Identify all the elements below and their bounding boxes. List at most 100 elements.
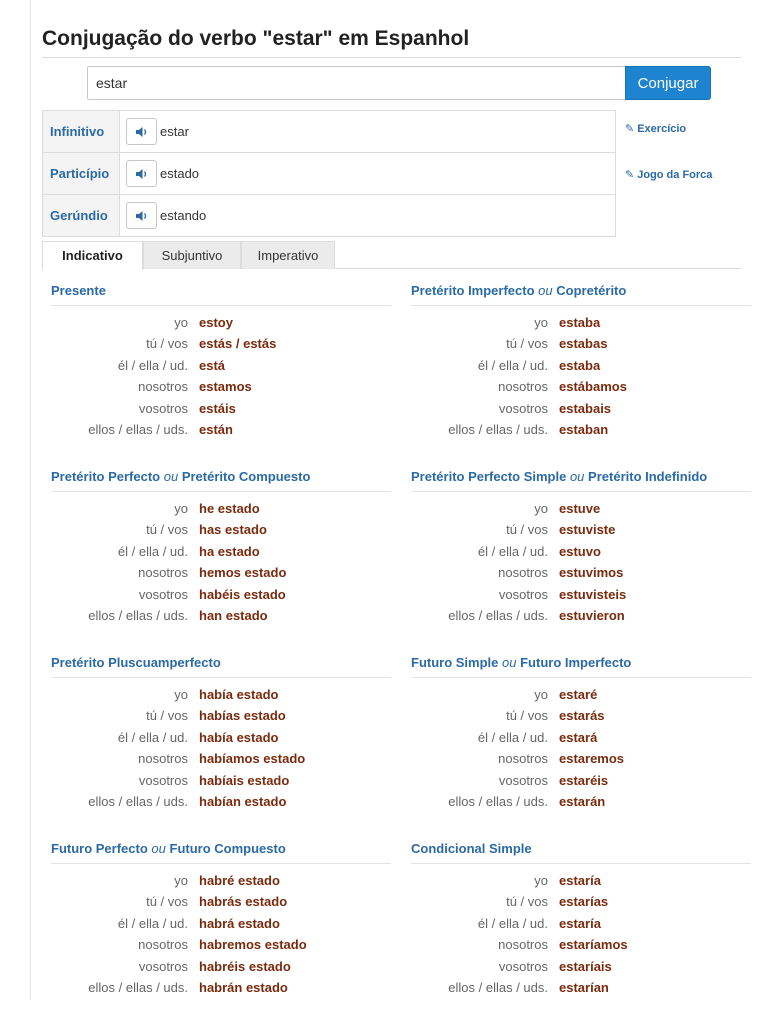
audio-play-button[interactable] <box>126 160 157 187</box>
verb-form: estuvisteis <box>559 586 627 602</box>
pronoun: nosotros <box>138 379 188 395</box>
pronoun: yo <box>174 873 188 888</box>
conjugation-row: vosotros estaréis <box>411 773 751 794</box>
tense-block: Futuro Perfecto ou Futuro Compuesto yo hab… <box>51 841 391 1001</box>
verb-form: han estado <box>199 607 268 623</box>
speaker-icon <box>136 169 147 179</box>
pronoun: tú / vos <box>506 894 548 910</box>
tense-block: Presente yo estoy tú / vos estás / estás él /… <box>51 283 391 443</box>
pronoun: yo <box>534 687 548 702</box>
audio-play-button[interactable] <box>126 118 157 145</box>
exercise-link[interactable]: ✎ Exercício <box>625 122 686 135</box>
verb-form: estaba <box>559 315 601 330</box>
pronoun: tú / vos <box>146 894 188 910</box>
pronoun: él / ella / ud. <box>117 915 188 931</box>
conjugation-row: yo estuve <box>411 501 751 522</box>
or-word: ou <box>151 841 166 856</box>
conjugation-row: nosotros estábamos <box>411 379 751 400</box>
tense-name: Pretérito Pluscuamperfecto <box>51 655 221 670</box>
pronoun: tú / vos <box>146 522 188 538</box>
conjugation-row: tú / vos has estado <box>51 522 391 543</box>
verb-form: estuviste <box>559 522 616 538</box>
verb-form: estuve <box>559 501 601 516</box>
pronoun: yo <box>174 315 188 330</box>
conjugation-row: nosotros estamos <box>51 379 391 400</box>
pronoun: nosotros <box>498 751 548 767</box>
conjugation-row: ellos / ellas / uds. están <box>51 422 391 443</box>
verb-form: estaríais <box>559 958 612 974</box>
tense-title: Condicional Simple <box>411 841 751 857</box>
conjugation-row: ellos / ellas / uds. habían estado <box>51 794 391 815</box>
verb-form: habré estado <box>199 873 280 888</box>
pronoun: tú / vos <box>146 708 188 724</box>
audio-play-button[interactable] <box>126 202 157 229</box>
hangman-link[interactable]: ✎ Jogo da Forca <box>625 168 712 181</box>
page-title: Conjugação do verbo "estar" em Espanhol <box>42 27 470 50</box>
pronoun: nosotros <box>498 565 548 581</box>
tense-name: Condicional Simple <box>411 841 532 856</box>
verb-form: habían estado <box>199 793 287 809</box>
conjugation-row: yo estoy <box>51 315 391 336</box>
conjugation-row: ellos / ellas / uds. estarían <box>411 980 751 1001</box>
verb-form: estamos <box>199 379 252 395</box>
verb-form: están <box>199 421 233 437</box>
pronoun: nosotros <box>138 565 188 581</box>
search-bar: Conjugar <box>87 66 711 100</box>
conjugation-row: vosotros estuvisteis <box>411 587 751 608</box>
pronoun: vosotros <box>498 586 548 602</box>
conjugation-row: nosotros estuvimos <box>411 565 751 586</box>
pronoun: yo <box>534 873 548 888</box>
form-label: Infinitivo <box>42 110 120 153</box>
verb-form: habremos estado <box>199 937 307 953</box>
or-word: ou <box>569 469 585 484</box>
verb-form: habrá estado <box>199 915 280 931</box>
tense-alt-name: Pretérito Indefinido <box>588 469 708 484</box>
speaker-icon <box>136 127 147 137</box>
form-label: Particípio <box>42 152 120 195</box>
verb-form: hemos estado <box>199 565 287 581</box>
tense-title: Futuro Perfecto ou Futuro Compuesto <box>51 841 391 857</box>
conjugation-row: vosotros estaríais <box>411 959 751 980</box>
tab-indicativo[interactable]: Indicativo <box>42 241 143 270</box>
tense-title: Pretérito Perfecto Simple ou Pretérito I… <box>411 469 751 485</box>
conjugation-row: él / ella / ud. está <box>51 358 391 379</box>
verb-form: estás / estás <box>199 336 277 352</box>
pronoun: vosotros <box>498 772 548 788</box>
verb-form: estuvieron <box>559 607 625 623</box>
tab-subjuntivo[interactable]: Subjuntivo <box>143 241 241 269</box>
tense-divider <box>411 863 751 864</box>
verb-form: estará <box>559 729 598 745</box>
pronoun: ellos / ellas / uds. <box>448 793 548 809</box>
conjugation-row: él / ella / ud. estará <box>411 730 751 751</box>
verb-form: has estado <box>199 522 267 538</box>
pronoun: él / ella / ud. <box>117 543 188 559</box>
tense-name: Futuro Simple <box>411 655 499 670</box>
pronoun: tú / vos <box>146 336 188 352</box>
verb-form: estaban <box>559 421 609 437</box>
or-word: ou <box>538 283 553 298</box>
tense-block: Condicional Simple yo estaría tú / vos estar… <box>411 841 751 1001</box>
verb-form: había estado <box>199 687 279 702</box>
verb-form: estáis <box>199 400 236 416</box>
tense-divider <box>51 863 391 864</box>
form-label: Gerúndio <box>42 194 120 237</box>
tense-alt-name: Futuro Compuesto <box>169 841 286 856</box>
pronoun: nosotros <box>138 937 188 953</box>
conjugation-row: nosotros estaríamos <box>411 937 751 958</box>
pencil-icon: ✎ <box>625 123 635 135</box>
pronoun: ellos / ellas / uds. <box>88 607 188 623</box>
conjugate-button[interactable]: Conjugar <box>625 66 711 100</box>
pronoun: ellos / ellas / uds. <box>88 421 188 437</box>
verb-form: estarán <box>559 793 606 809</box>
conjugation-row: él / ella / ud. estuvo <box>411 544 751 565</box>
verb-form: ha estado <box>199 543 260 559</box>
conjugation-row: tú / vos estarás <box>411 708 751 729</box>
verb-search-input[interactable] <box>87 66 625 100</box>
verb-form: estoy <box>199 315 233 330</box>
tab-imperativo[interactable]: Imperativo <box>241 241 335 269</box>
verb-form: estabais <box>559 400 612 416</box>
tense-name: Pretérito Perfecto Simple <box>411 469 567 484</box>
verb-form: estábamos <box>559 379 627 395</box>
tense-block: Pretérito Perfecto ou Pretérito Compuest… <box>51 469 391 629</box>
pronoun: vosotros <box>138 400 188 416</box>
